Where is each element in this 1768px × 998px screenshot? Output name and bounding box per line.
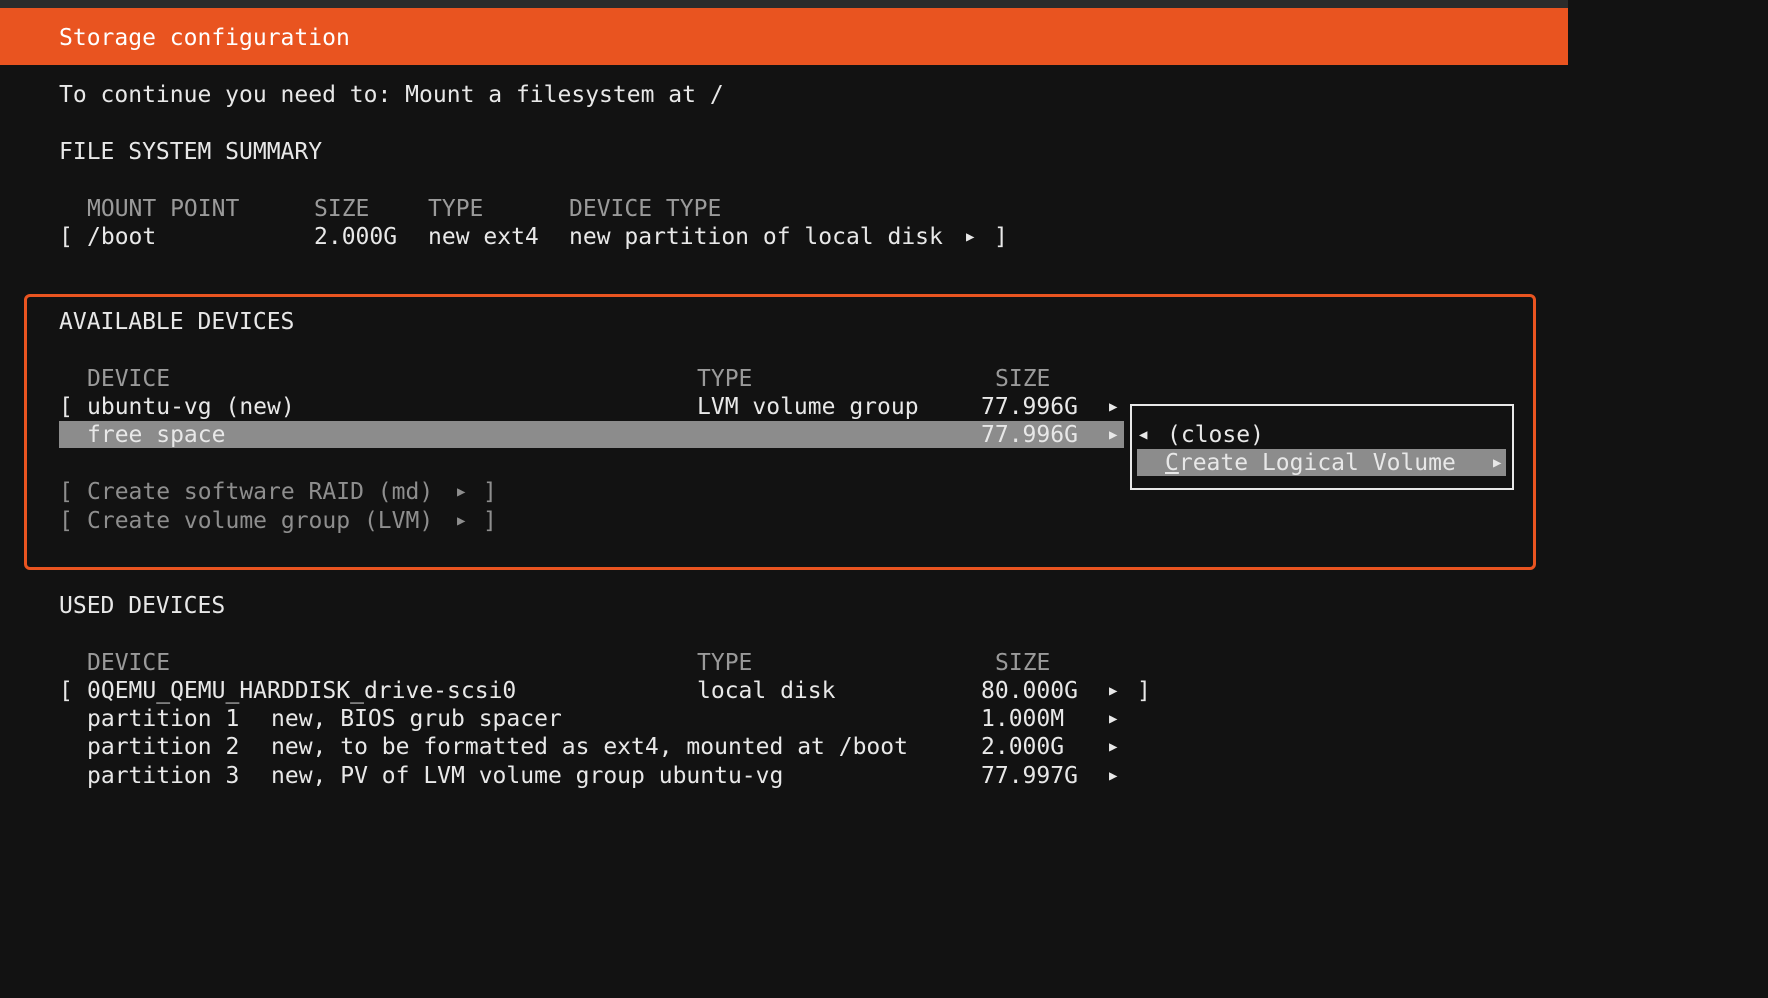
- row-open-bracket: [: [59, 394, 73, 420]
- close-bracket: ]: [483, 479, 497, 505]
- menu-item-label-rest: reate Logical Volume: [1178, 450, 1456, 476]
- mount-point: /boot: [87, 224, 157, 250]
- col-type: TYPE: [428, 196, 484, 222]
- disk-size: 80.000G: [981, 678, 1078, 704]
- menu-arrow-icon[interactable]: ▶: [966, 223, 974, 251]
- used-devices-heading: USED DEVICES: [59, 593, 226, 619]
- open-bracket: [: [59, 479, 73, 505]
- menu-arrow-icon[interactable]: ▶: [1109, 733, 1117, 761]
- col-size: SIZE: [995, 366, 1051, 392]
- available-devices-heading: AVAILABLE DEVICES: [59, 309, 295, 335]
- close-bracket: ]: [483, 508, 497, 534]
- partition-name: partition 1: [87, 706, 240, 732]
- partition-size: 1.000M: [981, 706, 1065, 732]
- col-device-type: DEVICE TYPE: [569, 196, 722, 222]
- row-open-bracket: [: [59, 678, 73, 704]
- partition-name: partition 2: [87, 734, 240, 760]
- col-device: DEVICE: [87, 650, 171, 676]
- col-size: SIZE: [995, 650, 1051, 676]
- device-size: 77.996G: [981, 394, 1078, 420]
- col-type: TYPE: [697, 366, 753, 392]
- instruction-text: To continue you need to: Mount a filesys…: [59, 82, 724, 108]
- row-close-bracket: ]: [1137, 678, 1151, 704]
- device-size: 77.996G: [981, 422, 1078, 448]
- create-raid-label: Create software RAID (md): [87, 479, 434, 505]
- menu-arrow-icon[interactable]: ▶: [1109, 421, 1117, 449]
- device-name: ubuntu-vg (new): [87, 394, 295, 420]
- arrow-right-icon: ▶: [457, 484, 466, 500]
- menu-arrow-icon[interactable]: ▶: [1109, 393, 1117, 421]
- disk-type: local disk: [697, 678, 836, 704]
- arrow-right-icon: ▶: [457, 513, 466, 529]
- menu-arrow-icon[interactable]: ▶: [1109, 762, 1117, 790]
- page-title: Storage configuration: [59, 25, 350, 51]
- col-size: SIZE: [314, 196, 370, 222]
- menu-item-hotkey: C: [1165, 450, 1179, 476]
- create-lvm-label: Create volume group (LVM): [87, 508, 434, 534]
- type-value: new ext4: [428, 224, 539, 250]
- row-open-bracket: [: [59, 224, 73, 250]
- fs-summary-heading: FILE SYSTEM SUMMARY: [59, 139, 323, 165]
- size-value: 2.000G: [314, 224, 398, 250]
- menu-arrow-icon[interactable]: ▶: [1109, 705, 1117, 733]
- disk-name: 0QEMU_QEMU_HARDDISK_drive-scsi0: [87, 678, 517, 704]
- open-bracket: [: [59, 508, 73, 534]
- menu-close-label: (close): [1167, 422, 1264, 448]
- row-close-bracket: ]: [994, 224, 1008, 250]
- partition-size: 77.997G: [981, 763, 1078, 789]
- partition-desc: new, BIOS grub spacer: [271, 706, 562, 732]
- window-top-strip: [0, 0, 1568, 8]
- device-type-value: new partition of local disk: [569, 224, 943, 250]
- col-device: DEVICE: [87, 366, 171, 392]
- col-mount-point: MOUNT POINT: [87, 196, 240, 222]
- partition-name: partition 3: [87, 763, 240, 789]
- arrow-right-icon: ▶: [1493, 455, 1502, 471]
- menu-arrow-icon[interactable]: ▶: [1109, 677, 1117, 705]
- col-type: TYPE: [697, 650, 753, 676]
- partition-desc: new, PV of LVM volume group ubuntu-vg: [271, 763, 784, 789]
- menu-item-label: Create Logical Volume: [1165, 449, 1456, 477]
- partition-size: 2.000G: [981, 734, 1065, 760]
- arrow-left-icon: ◀: [1139, 427, 1148, 443]
- device-name: free space: [87, 422, 226, 448]
- partition-desc: new, to be formatted as ext4, mounted at…: [271, 734, 908, 760]
- device-type: LVM volume group: [697, 394, 919, 420]
